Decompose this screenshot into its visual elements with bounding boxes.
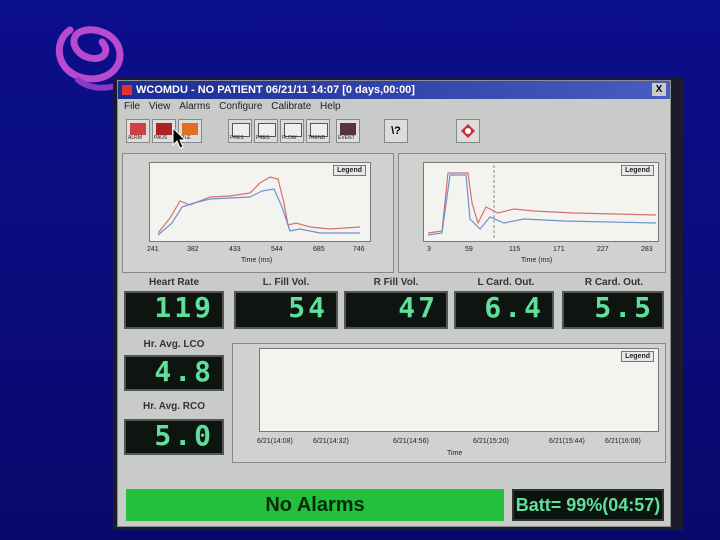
- heart-rate-display: 119: [124, 291, 224, 329]
- toolbar-label: EVENT: [338, 135, 355, 141]
- menu-view[interactable]: View: [149, 99, 171, 115]
- x-tick: 382: [187, 246, 199, 253]
- x-tick: 6/21(14:32): [313, 438, 349, 445]
- pause-icon: [156, 123, 172, 135]
- flow-chart-panel: Legend 3 59 115 171 227 283 Time (ms): [398, 153, 666, 273]
- toolbar-label: TREND: [308, 135, 326, 141]
- legend-button[interactable]: Legend: [621, 165, 654, 176]
- event-icon: [340, 123, 356, 135]
- flow-trace-red: [427, 172, 657, 234]
- flow-trace-blue: [427, 174, 657, 236]
- x-tick: 171: [553, 246, 565, 253]
- flow-toolbar-button[interactable]: FLOW: [280, 119, 304, 143]
- legend-button[interactable]: Legend: [333, 165, 366, 176]
- mouse-cursor-icon: [172, 127, 186, 149]
- pressure-plot-area: Legend: [149, 162, 371, 242]
- r-fill-vol-display: 47: [344, 291, 448, 329]
- x-tick: 6/21(14:08): [257, 438, 293, 445]
- trend-plot-area: Legend: [259, 348, 659, 432]
- r-card-out-display: 5.5: [562, 291, 664, 329]
- legend-button[interactable]: Legend: [621, 351, 654, 362]
- x-tick: 544: [271, 246, 283, 253]
- x-tick: 59: [465, 246, 473, 253]
- x-tick: 241: [147, 246, 159, 253]
- menu-bar: File View Alarms Configure Calibrate Hel…: [118, 99, 670, 115]
- hr-avg-lco-display: 4.8: [124, 355, 224, 391]
- pressure-trace-blue: [157, 188, 360, 236]
- title-bar: WCOMDU - NO PATIENT 06/21/11 14:07 [0 da…: [118, 81, 670, 99]
- menu-file[interactable]: File: [124, 99, 140, 115]
- alarm-icon: [130, 123, 146, 135]
- app-window: WCOMDU - NO PATIENT 06/21/11 14:07 [0 da…: [117, 80, 671, 527]
- menu-help[interactable]: Help: [320, 99, 341, 115]
- heart-rate-label: Heart Rate: [148, 277, 200, 288]
- hr-avg-rco-display: 5.0: [124, 419, 224, 455]
- app-icon: [122, 85, 132, 96]
- l-fill-vol-label: L. Fill Vol.: [262, 277, 310, 288]
- x-tick: 433: [229, 246, 241, 253]
- x-tick: 6/21(15:44): [549, 438, 585, 445]
- toolbar: ALRM PAUS FILE PRES PRES FLOW TREND EVEN…: [118, 117, 670, 149]
- record-toolbar-button[interactable]: [456, 119, 480, 143]
- toolbar-label: ALRM: [128, 135, 142, 141]
- menu-alarms[interactable]: Alarms: [179, 99, 210, 115]
- pressure-chart-panel: Legend 241 382 433 544 685 746 Time (ms): [122, 153, 394, 273]
- x-tick: 3: [427, 246, 431, 253]
- pressure-toolbar-button[interactable]: PRES: [228, 119, 252, 143]
- x-tick: 685: [313, 246, 325, 253]
- x-axis-label: Time (ms): [241, 257, 273, 264]
- x-tick: 283: [641, 246, 653, 253]
- toolbar-label: PRES: [256, 135, 270, 141]
- x-axis-label: Time: [447, 450, 463, 457]
- toolbar-label: FLOW: [282, 135, 297, 141]
- window-title: WCOMDU - NO PATIENT 06/21/11 14:07 [0 da…: [136, 84, 415, 96]
- flow-plot-area: Legend: [423, 162, 659, 242]
- toolbar-label: PRES: [230, 135, 244, 141]
- r-card-out-label: R Card. Out.: [584, 277, 644, 288]
- x-tick: 227: [597, 246, 609, 253]
- pressure-2-toolbar-button[interactable]: PRES: [254, 119, 278, 143]
- record-icon: [461, 124, 475, 138]
- x-tick: 115: [509, 246, 521, 253]
- menu-calibrate[interactable]: Calibrate: [271, 99, 311, 115]
- trend-chart-panel: Legend 6/21(14:08) 6/21(14:32) 6/21(14:5…: [232, 343, 666, 463]
- x-tick: 746: [353, 246, 365, 253]
- x-axis-label: Time (ms): [521, 257, 553, 264]
- l-card-out-label: L Card. Out.: [477, 277, 535, 288]
- r-fill-vol-label: R Fill Vol.: [373, 277, 419, 288]
- alarm-status-bar: No Alarms: [126, 489, 504, 521]
- hr-avg-rco-label: Hr. Avg. RCO: [142, 401, 206, 412]
- menu-configure[interactable]: Configure: [219, 99, 262, 115]
- x-tick: 6/21(14:56): [393, 438, 429, 445]
- l-card-out-display: 6.4: [454, 291, 554, 329]
- alarm-toolbar-button[interactable]: ALRM: [126, 119, 150, 143]
- l-fill-vol-display: 54: [234, 291, 338, 329]
- battery-status: Batt= 99%(04:57): [512, 489, 664, 521]
- trend-toolbar-button[interactable]: TREND: [306, 119, 330, 143]
- x-tick: 6/21(16:08): [605, 438, 641, 445]
- close-button[interactable]: X: [652, 83, 666, 96]
- help-toolbar-button[interactable]: \?: [384, 119, 408, 143]
- x-tick: 6/21(15:20): [473, 438, 509, 445]
- toolbar-label: PAUS: [154, 135, 168, 141]
- monitor-screen: WCOMDU - NO PATIENT 06/21/11 14:07 [0 da…: [113, 78, 683, 530]
- hr-avg-lco-label: Hr. Avg. LCO: [143, 339, 205, 350]
- event-toolbar-button[interactable]: EVENT: [336, 119, 360, 143]
